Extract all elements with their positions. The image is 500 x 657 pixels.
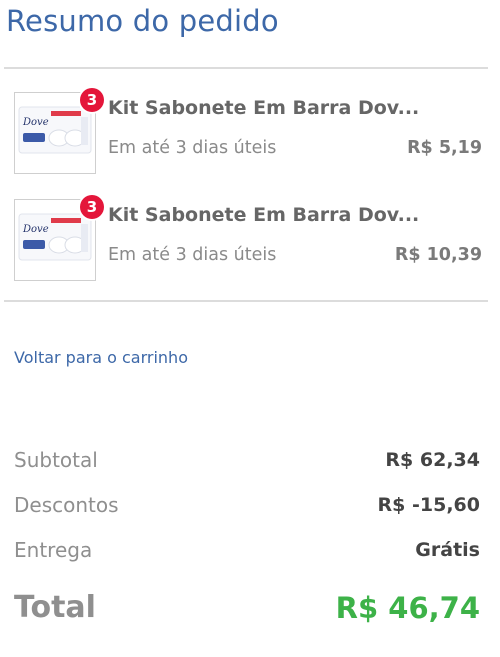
quantity-badge: 3 [80, 195, 104, 219]
product-name[interactable]: Kit Sabonete Em Barra Dov... [108, 97, 428, 119]
list-item[interactable]: Dove 3 Kit Sabonete Em Barra Dov... Em a… [14, 195, 482, 283]
delivery-row: Entrega Grátis [14, 536, 480, 564]
back-to-cart-link[interactable]: Voltar para o carrinho [14, 348, 188, 367]
discounts-row: Descontos R$ -15,60 [14, 491, 480, 519]
items-divider [4, 300, 488, 302]
quantity-badge: 3 [80, 88, 104, 112]
discounts-label: Descontos [14, 493, 119, 517]
product-price: R$ 5,19 [407, 138, 482, 158]
total-label: Total [14, 590, 96, 625]
subtotal-value: R$ 62,34 [385, 449, 480, 471]
subtotal-label: Subtotal [14, 448, 98, 472]
discounts-value: R$ -15,60 [377, 494, 480, 516]
list-item[interactable]: Dove 3 Kit Sabonete Em Barra Dov... Em a… [14, 88, 482, 176]
delivery-value: Grátis [415, 539, 480, 561]
subtotal-row: Subtotal R$ 62,34 [14, 446, 480, 474]
delivery-label: Entrega [14, 538, 93, 562]
brand-logo: Dove [22, 117, 49, 128]
total-row: Total R$ 46,74 [14, 588, 480, 628]
total-value: R$ 46,74 [335, 591, 480, 625]
product-price: R$ 10,39 [394, 245, 482, 265]
page-title: Resumo do pedido [6, 4, 279, 38]
product-name[interactable]: Kit Sabonete Em Barra Dov... [108, 204, 428, 226]
brand-logo: Dove [22, 224, 49, 235]
top-divider [4, 67, 488, 69]
delivery-estimate: Em até 3 dias úteis [108, 245, 277, 265]
delivery-estimate: Em até 3 dias úteis [108, 138, 277, 158]
